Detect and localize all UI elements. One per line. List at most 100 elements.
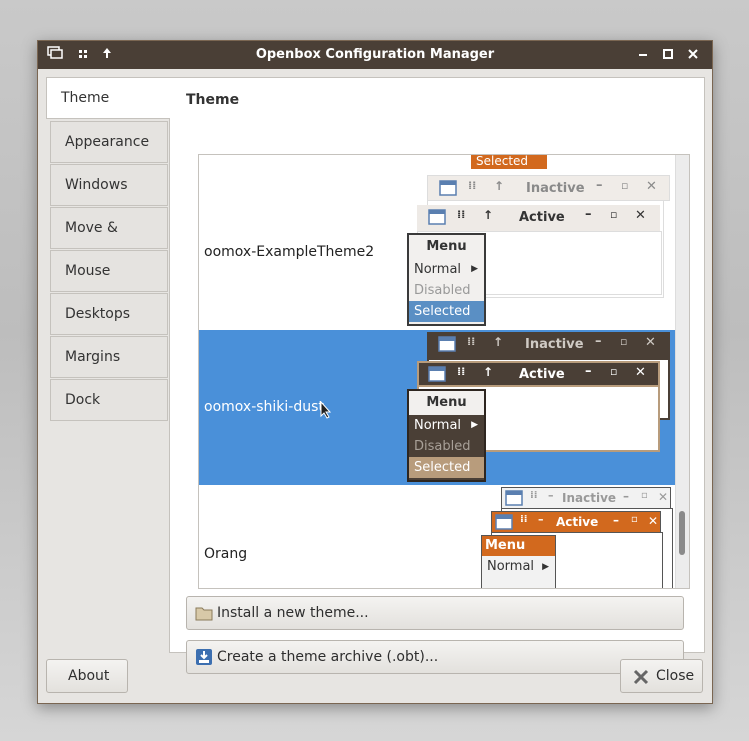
create-archive-label: Create a theme archive (.obt)... — [217, 649, 439, 665]
maximize-icon[interactable] — [659, 46, 677, 64]
tab-label: Appearance — [65, 134, 150, 150]
theme-row-oomox-exampletheme2[interactable]: oomox-ExampleTheme2 Selected ⁞⁞ ↑ Inacti… — [199, 155, 675, 326]
tab-dock[interactable]: Dock — [50, 379, 168, 421]
pin-icon: ⁞⁞ — [467, 335, 476, 348]
menu-item-label: Normal — [414, 418, 462, 433]
pin-icon: ⁞⁞ — [457, 208, 466, 221]
menu-item-selected: Selected — [409, 457, 484, 478]
preview-window-icon — [438, 336, 456, 352]
preview-inactive-bar: ⁞⁞ ↑ Inactive – ▫ ✕ — [427, 175, 670, 201]
minimize-icon: – — [595, 334, 602, 349]
preview-window-icon — [439, 180, 457, 196]
close-icon: ✕ — [658, 490, 669, 504]
theme-panel: Theme oomox-ExampleTheme2 Selected ⁞⁞ ↑ … — [169, 77, 705, 674]
tab-label: Margins — [65, 349, 121, 365]
menu-item-label: Normal — [487, 559, 535, 574]
tab-label: Dock — [65, 392, 101, 408]
tab-windows[interactable]: Windows — [50, 164, 168, 206]
title-bar[interactable]: Openbox Configuration Manager — [38, 41, 712, 69]
preview-window-icon — [505, 490, 523, 506]
theme-list-scrollbar[interactable] — [675, 155, 689, 588]
theme-row-orang[interactable]: Orang ⁞⁞ – Inactive – ▫ ✕ ⁞⁞ – Active – — [199, 485, 675, 588]
minimize-icon: – — [623, 489, 629, 503]
shade-icon: ↑ — [483, 208, 494, 222]
openbox-config-window: Openbox Configuration Manager Theme Appe… — [37, 40, 713, 704]
menu-item-label: Normal — [414, 262, 462, 277]
menu-header: Menu — [409, 391, 484, 415]
maximize-icon: ▫ — [621, 179, 629, 192]
tab-appearance[interactable]: Appearance — [50, 121, 168, 163]
tab-mouse[interactable]: Mouse — [50, 250, 168, 292]
theme-name: oomox-ExampleTheme2 — [204, 244, 375, 260]
minimize-icon: – — [613, 513, 619, 527]
shade-icon: – — [538, 513, 544, 526]
inactive-label: Inactive — [562, 491, 617, 505]
create-archive-button[interactable]: Create a theme archive (.obt)... — [186, 640, 684, 674]
preview-active-bar: ⁞⁞ ↑ Active – ▫ ✕ — [417, 361, 660, 387]
minimize-icon: – — [585, 364, 592, 379]
menu-item-disabled: Disabled — [414, 283, 471, 298]
theme-row-oomox-shiki-dust[interactable]: oomox-shiki-dust ⁞⁞ ↑ Inactive – ▫ ✕ ⁞⁞ … — [199, 330, 675, 485]
close-label: Close — [656, 668, 695, 684]
active-label: Active — [519, 210, 565, 225]
close-icon — [633, 669, 649, 685]
menu-item-normal: Normal ▶ — [409, 259, 484, 280]
submenu-arrow-icon: ▶ — [542, 562, 549, 572]
shade-icon: ↑ — [493, 335, 504, 349]
menu-item-disabled: Disabled — [414, 439, 471, 454]
close-icon: ✕ — [646, 179, 657, 194]
preview-inactive-bar: ⁞⁞ ↑ Inactive – ▫ ✕ — [427, 332, 670, 358]
close-icon: ✕ — [635, 365, 646, 380]
close-icon: ✕ — [645, 335, 656, 350]
section-title: Theme — [186, 92, 240, 108]
theme-list[interactable]: oomox-ExampleTheme2 Selected ⁞⁞ ↑ Inacti… — [198, 154, 690, 589]
maximize-icon: ▫ — [631, 514, 638, 525]
preview-menu: Menu Normal ▶ Disabled Selected — [407, 389, 486, 482]
submenu-arrow-icon: ▶ — [471, 420, 478, 430]
menu-item-normal: Normal ▶ — [482, 556, 555, 578]
maximize-icon: ▫ — [641, 490, 648, 501]
save-archive-icon — [196, 649, 212, 665]
install-theme-button[interactable]: Install a new theme... — [186, 596, 684, 630]
tab-margins[interactable]: Margins — [50, 336, 168, 378]
about-button[interactable]: About — [46, 659, 128, 693]
preview-window-icon — [495, 514, 513, 530]
minimize-icon: – — [585, 207, 592, 222]
theme-name: Orang — [204, 546, 248, 562]
minimize-icon[interactable] — [634, 46, 652, 64]
inactive-label: Inactive — [526, 181, 585, 196]
maximize-icon: ▫ — [610, 208, 618, 221]
folder-icon — [195, 607, 213, 621]
close-icon[interactable] — [684, 46, 702, 64]
pin-icon: ⁞⁞ — [530, 490, 538, 501]
pin-icon: ⁞⁞ — [520, 514, 528, 525]
menu-header: Menu — [482, 536, 555, 556]
maximize-icon: ▫ — [620, 335, 628, 348]
shade-icon: ↑ — [483, 365, 494, 379]
tab-label: Windows — [65, 177, 128, 193]
close-icon: ✕ — [635, 208, 646, 223]
window-title: Openbox Configuration Manager — [255, 47, 495, 62]
scrollbar-thumb[interactable] — [679, 511, 685, 555]
tab-move-resize[interactable]: Move & Resize — [50, 207, 168, 276]
menu-header: Menu — [426, 239, 467, 254]
theme-name: oomox-shiki-dust — [204, 399, 324, 415]
menu-item-selected: Selected — [409, 301, 484, 322]
tab-theme[interactable]: Theme — [46, 77, 170, 119]
pin-icon: ⁞⁞ — [457, 365, 466, 378]
maximize-icon: ▫ — [610, 365, 618, 378]
active-label: Active — [556, 515, 599, 529]
preview-active-bar: ⁞⁞ ↑ Active – ▫ ✕ — [417, 205, 660, 231]
preview-selected-item: Selected — [471, 155, 547, 169]
preview-active-bar: ⁞⁞ – Active – ▫ ✕ — [491, 511, 661, 533]
close-button[interactable]: Close — [620, 659, 703, 693]
tab-desktops[interactable]: Desktops — [50, 293, 168, 335]
minimize-icon: – — [596, 178, 603, 193]
preview-menu: Menu Normal ▶ Disabled Selected — [407, 233, 486, 326]
install-theme-label: Install a new theme... — [217, 605, 369, 621]
active-label: Active — [519, 367, 565, 382]
pin-icon: ⁞⁞ — [468, 179, 477, 192]
inactive-label: Inactive — [525, 337, 584, 352]
preview-inactive-bar: ⁞⁞ – Inactive – ▫ ✕ — [501, 487, 671, 509]
close-icon: ✕ — [648, 514, 659, 528]
